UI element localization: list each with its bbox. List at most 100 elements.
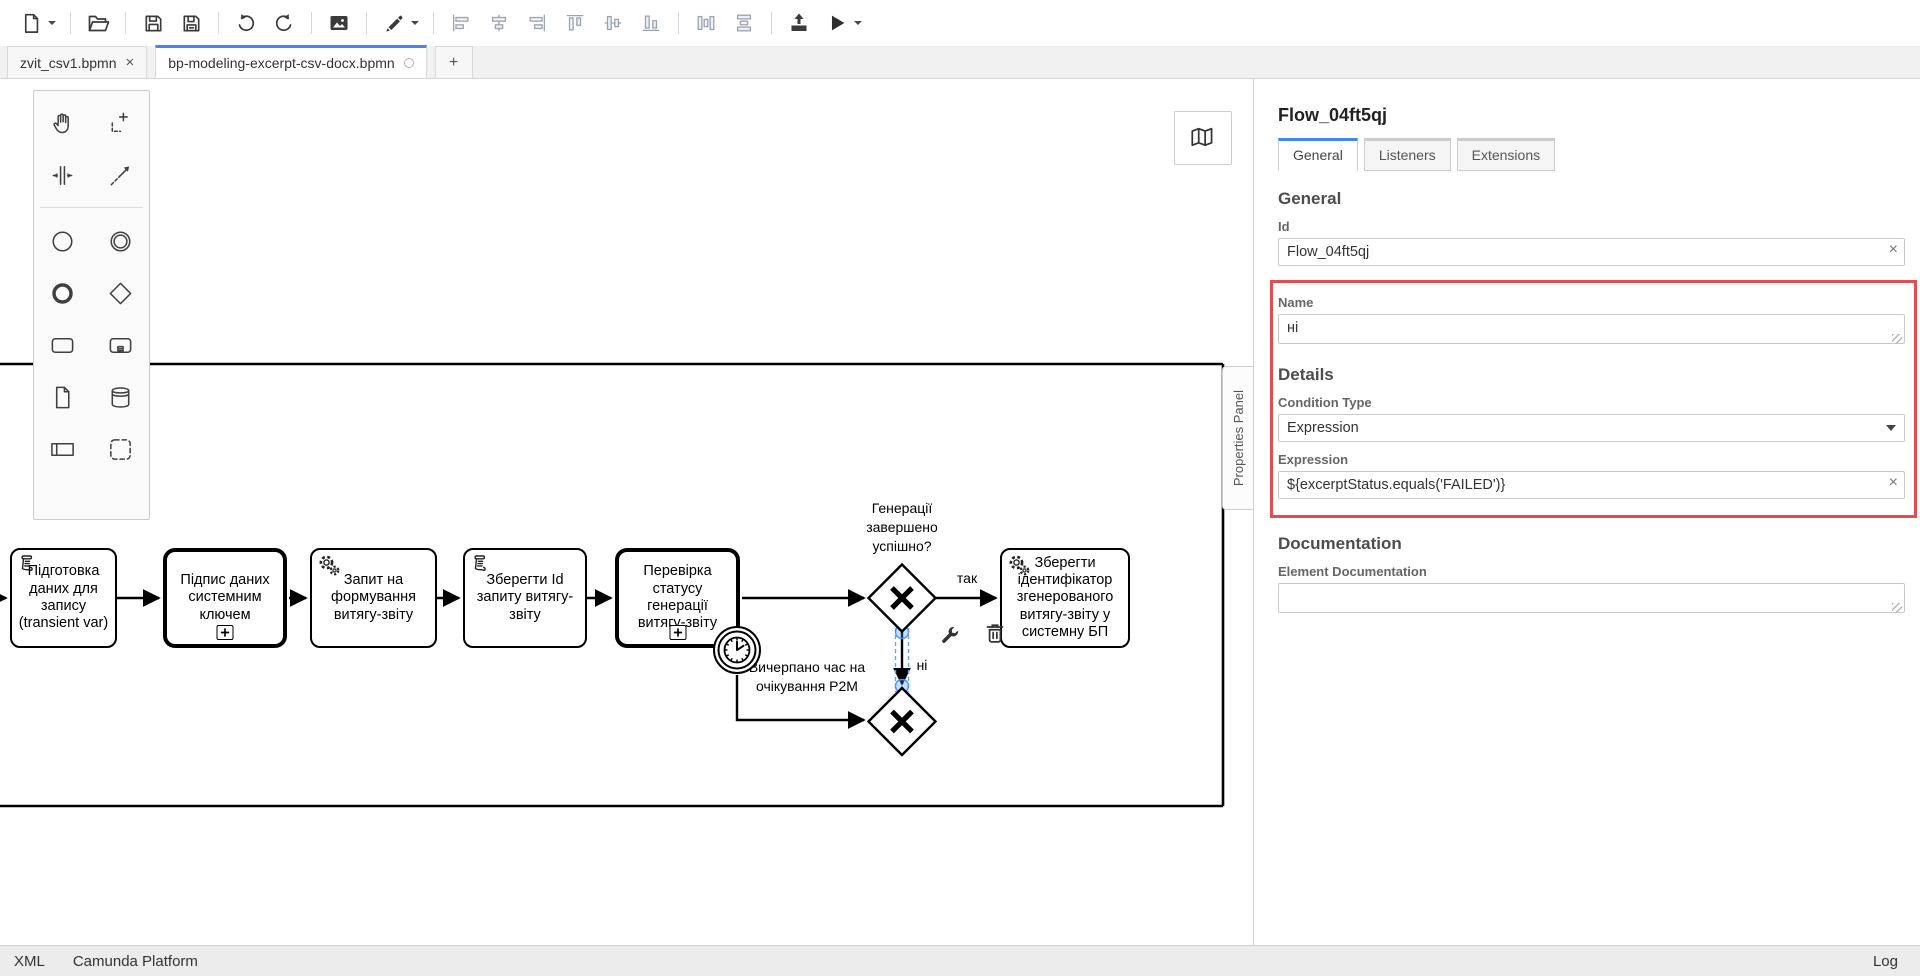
save-as-button[interactable] <box>175 5 207 41</box>
tab-extensions[interactable]: Extensions <box>1457 138 1555 171</box>
save-button[interactable] <box>137 5 169 41</box>
create-intermediate-event[interactable] <box>92 215 150 267</box>
hand-tool[interactable] <box>34 97 92 149</box>
distribute-vertical-button[interactable] <box>728 5 760 41</box>
expression-input[interactable] <box>1278 471 1905 499</box>
create-participant[interactable] <box>34 423 92 475</box>
gateway-question-label: Генерації завершено успішно? <box>850 499 954 556</box>
details-section-heading: Details <box>1278 365 1905 385</box>
task-label: Зберегти Id запиту витягу-звіту <box>468 572 582 624</box>
wrench-icon[interactable] <box>938 624 962 648</box>
distribute-horizontal-button[interactable] <box>690 5 722 41</box>
condition-type-select[interactable]: Expression <box>1278 414 1905 442</box>
trash-icon[interactable] <box>982 620 1008 646</box>
open-folder-icon <box>86 11 110 35</box>
new-tab-button[interactable]: + <box>435 46 473 78</box>
create-end-event[interactable] <box>34 267 92 319</box>
space-tool[interactable] <box>34 149 92 201</box>
create-group[interactable] <box>92 423 150 475</box>
open-file-button[interactable] <box>82 5 114 41</box>
tab-general[interactable]: General <box>1278 138 1358 171</box>
task-label: Підготовка даних для запису (transient v… <box>15 563 112 633</box>
format-tool-caret-icon[interactable] <box>411 21 419 25</box>
align-middle-button[interactable] <box>597 5 629 41</box>
start-event-icon <box>49 228 76 255</box>
align-left-button[interactable] <box>445 5 477 41</box>
align-right-icon <box>526 12 548 34</box>
group-icon <box>107 436 134 463</box>
create-subprocess[interactable] <box>92 319 150 371</box>
align-top-button[interactable] <box>559 5 591 41</box>
properties-panel-toggle-label: Properties Panel <box>1231 390 1246 486</box>
start-instance-caret-icon[interactable] <box>854 21 862 25</box>
collapsed-plus-icon[interactable] <box>217 625 234 640</box>
service-task-request-excerpt[interactable]: Запит на формування витягу-звіту <box>310 548 437 648</box>
name-field-wrap <box>1278 314 1905 349</box>
new-file-caret-icon[interactable] <box>48 21 56 25</box>
edge-label-yes: так <box>945 569 989 588</box>
deploy-icon <box>787 11 811 35</box>
expression-field-wrap: × <box>1278 471 1905 499</box>
align-right-button[interactable] <box>521 5 553 41</box>
exclusive-gateway-success[interactable] <box>869 565 936 632</box>
element-documentation-textarea[interactable] <box>1278 583 1905 613</box>
task-icon <box>49 332 76 359</box>
lasso-tool[interactable] <box>92 97 150 149</box>
create-start-event[interactable] <box>34 215 92 267</box>
space-tool-icon <box>49 162 76 189</box>
properties-panel-toggle[interactable]: Properties Panel <box>1222 366 1253 510</box>
redo-button[interactable] <box>268 5 300 41</box>
clear-expression-icon[interactable]: × <box>1889 475 1898 491</box>
tab-zvit-csv1[interactable]: zvit_csv1.bpmn × <box>7 46 147 78</box>
exclusive-gateway-merge[interactable] <box>869 688 936 755</box>
new-file-button[interactable] <box>15 5 47 41</box>
align-bottom-button[interactable] <box>635 5 667 41</box>
undo-icon <box>234 11 258 35</box>
create-gateway[interactable] <box>92 267 150 319</box>
start-instance-button[interactable] <box>821 5 853 41</box>
task-label: Підпис даних системним ключем <box>170 572 280 624</box>
image-icon <box>327 11 351 35</box>
tab-close-icon[interactable]: × <box>125 55 134 70</box>
clear-id-icon[interactable]: × <box>1889 242 1898 258</box>
script-task-save-request-id[interactable]: Зберегти Id запиту витягу-звіту <box>463 548 587 648</box>
minimap-toggle-button[interactable] <box>1174 111 1232 165</box>
create-task[interactable] <box>34 319 92 371</box>
global-connect-tool[interactable] <box>92 149 150 201</box>
script-icon <box>16 553 36 573</box>
global-connect-icon <box>107 162 134 189</box>
boundary-timer-event[interactable] <box>712 625 762 675</box>
service-task-save-identifier[interactable]: Зберегти ідентифікатор згенерованого вит… <box>1000 548 1130 648</box>
name-label: Name <box>1278 295 1905 310</box>
deploy-button[interactable] <box>783 5 815 41</box>
tab-bp-modeling-excerpt[interactable]: bp-modeling-excerpt-csv-docx.bpmn <box>155 45 426 78</box>
diagram-layer[interactable] <box>0 79 1253 945</box>
create-data-object[interactable] <box>34 371 92 423</box>
condition-type-wrap: Expression <box>1278 414 1905 442</box>
bpmn-canvas[interactable]: Підготовка даних для запису (transient v… <box>0 79 1253 945</box>
engine-profile[interactable]: Camunda Platform <box>73 953 198 970</box>
format-tool-button[interactable] <box>378 5 410 41</box>
distribute-horizontal-icon <box>695 12 717 34</box>
script-task-prepare-data[interactable]: Підготовка даних для запису (transient v… <box>10 548 117 648</box>
task-label: Перевірка статусу генерації витягу-звіту <box>622 563 733 633</box>
undo-button[interactable] <box>230 5 262 41</box>
log-toggle[interactable]: Log <box>1873 953 1898 970</box>
name-textarea[interactable] <box>1278 314 1905 344</box>
tab-bar: zvit_csv1.bpmn × bp-modeling-excerpt-csv… <box>0 46 1920 79</box>
align-center-icon <box>488 12 510 34</box>
align-center-button[interactable] <box>483 5 515 41</box>
annotation-highlight-box: Name Details Condition Type Expression E… <box>1270 280 1917 518</box>
status-bar: XML Camunda Platform Log <box>0 945 1920 976</box>
xml-toggle[interactable]: XML <box>14 953 45 970</box>
collapsed-plus-icon[interactable] <box>669 625 686 640</box>
end-event-icon <box>49 280 76 307</box>
export-image-button[interactable] <box>323 5 355 41</box>
element-documentation-label: Element Documentation <box>1278 564 1905 579</box>
paintbrush-icon <box>383 12 406 35</box>
id-input[interactable] <box>1278 238 1905 266</box>
call-activity-sign-data[interactable]: Підпис даних системним ключем <box>163 548 287 648</box>
create-data-store[interactable] <box>92 371 150 423</box>
tab-listeners[interactable]: Listeners <box>1364 138 1451 171</box>
timer-edge-label: Вичерпано час на очікування P2M <box>748 658 866 696</box>
